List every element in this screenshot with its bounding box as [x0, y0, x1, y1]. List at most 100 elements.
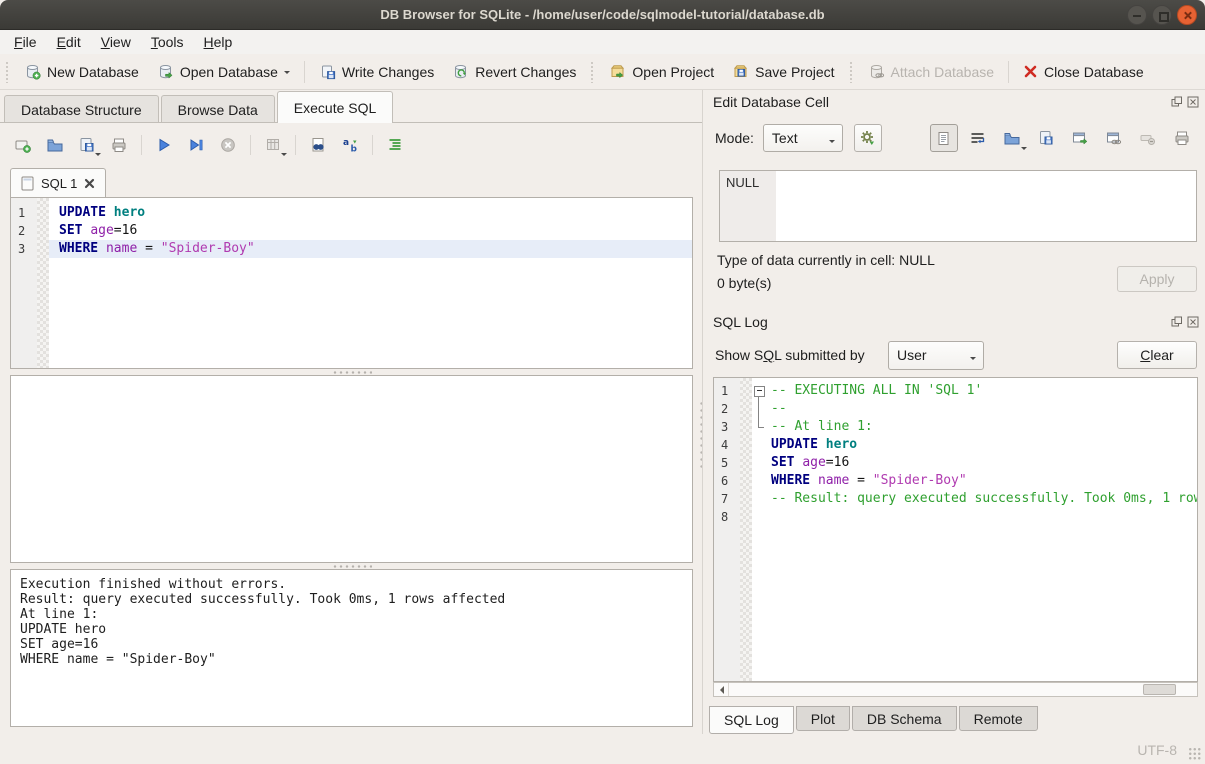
print-cell-button[interactable] — [1168, 124, 1196, 152]
tab-execute-sql[interactable]: Execute SQL — [277, 91, 394, 123]
code-line[interactable]: 3-- At line 1: — [714, 418, 1197, 436]
fold-margin-cell — [740, 418, 752, 436]
sql-tab[interactable]: SQL 1 — [10, 168, 106, 197]
code-line[interactable]: 6WHERE name = "Spider-Boy" — [714, 472, 1197, 490]
float-panel-icon[interactable] — [1170, 96, 1183, 109]
import-cell-data-button[interactable] — [998, 124, 1026, 152]
stop-execution-button[interactable] — [215, 132, 241, 158]
dock-tab-plot[interactable]: Plot — [796, 706, 850, 731]
menu-file[interactable]: File — [4, 30, 47, 54]
code-line[interactable]: 3WHERE name = "Spider-Boy" — [11, 240, 692, 258]
minimize-button[interactable] — [1127, 5, 1147, 25]
open-database-dropdown-icon[interactable] — [284, 71, 290, 77]
open-external-button[interactable] — [1066, 124, 1094, 152]
close-database-button[interactable]: Close Database — [1014, 58, 1153, 86]
sql-log-code[interactable]: 1-- EXECUTING ALL IN 'SQL 1'2--3-- At li… — [714, 378, 1197, 681]
open-project-button[interactable]: Open Project — [600, 58, 723, 86]
sql-file-icon — [21, 176, 34, 191]
toolbar-separator — [304, 61, 305, 83]
fold-column — [752, 508, 767, 526]
revert-changes-button[interactable]: Revert Changes — [443, 58, 585, 86]
code-text: UPDATE hero — [767, 436, 1197, 454]
find-replace-button[interactable]: ab — [337, 132, 363, 158]
results-grid[interactable] — [10, 375, 693, 563]
save-project-button[interactable]: Save Project — [723, 58, 843, 86]
export-cell-data-button[interactable] — [1032, 124, 1060, 152]
menu-help[interactable]: Help — [194, 30, 243, 54]
import-dropdown-icon[interactable] — [1021, 147, 1027, 153]
open-sql-file-button[interactable] — [42, 132, 68, 158]
dock-tab-remote[interactable]: Remote — [959, 706, 1038, 731]
text-mode-button[interactable] — [930, 124, 958, 152]
menu-view[interactable]: View — [91, 30, 141, 54]
svg-text:a: a — [343, 138, 349, 148]
sql-log-filter-row: Show SQL submitted by User Clear — [703, 340, 1205, 370]
tab-database-structure[interactable]: Database Structure — [4, 95, 159, 123]
code-line[interactable]: 4UPDATE hero — [714, 436, 1197, 454]
sql-editor-code[interactable]: 1UPDATE hero2SET age=163WHERE name = "Sp… — [11, 198, 692, 368]
mode-select[interactable]: Text — [763, 124, 843, 152]
execution-message-pane[interactable]: Execution finished without errors. Resul… — [10, 569, 693, 727]
print-sql-button[interactable] — [106, 132, 132, 158]
fold-marker-icon[interactable] — [752, 382, 767, 400]
write-changes-button[interactable]: Write Changes — [310, 58, 443, 86]
code-line[interactable]: 2-- — [714, 400, 1197, 418]
new-database-button[interactable]: New Database — [15, 58, 148, 86]
submitted-by-select[interactable]: User — [888, 341, 984, 370]
dock-tab-db-schema[interactable]: DB Schema — [852, 706, 957, 731]
cell-editor[interactable]: NULL — [719, 170, 1197, 242]
close-panel-icon[interactable] — [1186, 96, 1199, 109]
dock-tab-sql-log[interactable]: SQL Log — [709, 706, 794, 734]
save-sql-file-button[interactable] — [74, 132, 100, 158]
export-results-button[interactable] — [260, 132, 286, 158]
menu-view-label-rest: iew — [110, 34, 131, 50]
maximize-button[interactable] — [1152, 5, 1172, 25]
open-database-button[interactable]: Open Database — [148, 58, 299, 86]
close-panel-icon[interactable] — [1186, 316, 1199, 329]
menu-tools[interactable]: Tools — [141, 30, 194, 54]
scrollbar-thumb[interactable] — [1143, 684, 1176, 695]
attach-database-button[interactable]: Attach Database — [859, 58, 1004, 86]
menu-edit[interactable]: Edit — [47, 30, 91, 54]
toolbar-separator — [295, 135, 296, 155]
code-line[interactable]: 7-- Result: query executed successfully.… — [714, 490, 1197, 508]
code-line[interactable]: 1-- EXECUTING ALL IN 'SQL 1' — [714, 382, 1197, 400]
tab-browse-data[interactable]: Browse Data — [161, 95, 275, 123]
code-text: SET age=16 — [49, 222, 692, 240]
menu-tools-label-rest: ools — [158, 34, 184, 50]
code-line[interactable]: 2SET age=16 — [11, 222, 692, 240]
toolbar-drag-handle[interactable] — [5, 61, 10, 83]
word-wrap-button[interactable] — [964, 124, 992, 152]
tab-label: Execute SQL — [294, 100, 377, 116]
close-button[interactable] — [1177, 5, 1197, 25]
titlebar[interactable]: DB Browser for SQLite - /home/user/code/… — [0, 0, 1205, 30]
find-button[interactable] — [305, 132, 331, 158]
code-line[interactable]: 1UPDATE hero — [11, 204, 692, 222]
fold-marker-icon — [752, 400, 767, 418]
code-line[interactable]: 8 — [714, 508, 1197, 526]
auto-apply-button[interactable] — [854, 124, 882, 152]
window-title: DB Browser for SQLite - /home/user/code/… — [0, 0, 1205, 30]
sql-editor[interactable]: 1UPDATE hero2SET age=163WHERE name = "Sp… — [10, 197, 693, 369]
code-line[interactable]: 5SET age=16 — [714, 454, 1197, 472]
menubar: File Edit View Tools Help — [0, 30, 1205, 54]
execute-sql-button[interactable] — [151, 132, 177, 158]
right-dock: Edit Database Cell Mode: Text — [702, 90, 1205, 734]
set-null-button[interactable] — [1134, 124, 1162, 152]
apply-button[interactable]: Apply — [1117, 266, 1197, 292]
sql-log-hscrollbar[interactable] — [713, 682, 1198, 697]
open-sql-tab-button[interactable] — [10, 132, 36, 158]
resize-grip[interactable] — [1188, 747, 1201, 760]
toolbar-drag-handle[interactable] — [590, 61, 595, 83]
export-results-dropdown-icon[interactable] — [281, 153, 287, 159]
format-sql-button[interactable] — [382, 132, 408, 158]
sql-log-view[interactable]: 1-- EXECUTING ALL IN 'SQL 1'2--3-- At li… — [713, 377, 1198, 682]
toolbar-drag-handle[interactable] — [849, 61, 854, 83]
sql-tab-close-icon[interactable] — [84, 178, 95, 189]
clear-button[interactable]: Clear — [1117, 341, 1197, 369]
copy-link-button[interactable] — [1100, 124, 1128, 152]
execute-current-line-button[interactable] — [183, 132, 209, 158]
save-sql-dropdown-icon[interactable] — [95, 153, 101, 159]
scroll-left-arrow-icon[interactable] — [714, 683, 729, 696]
float-panel-icon[interactable] — [1170, 316, 1183, 329]
